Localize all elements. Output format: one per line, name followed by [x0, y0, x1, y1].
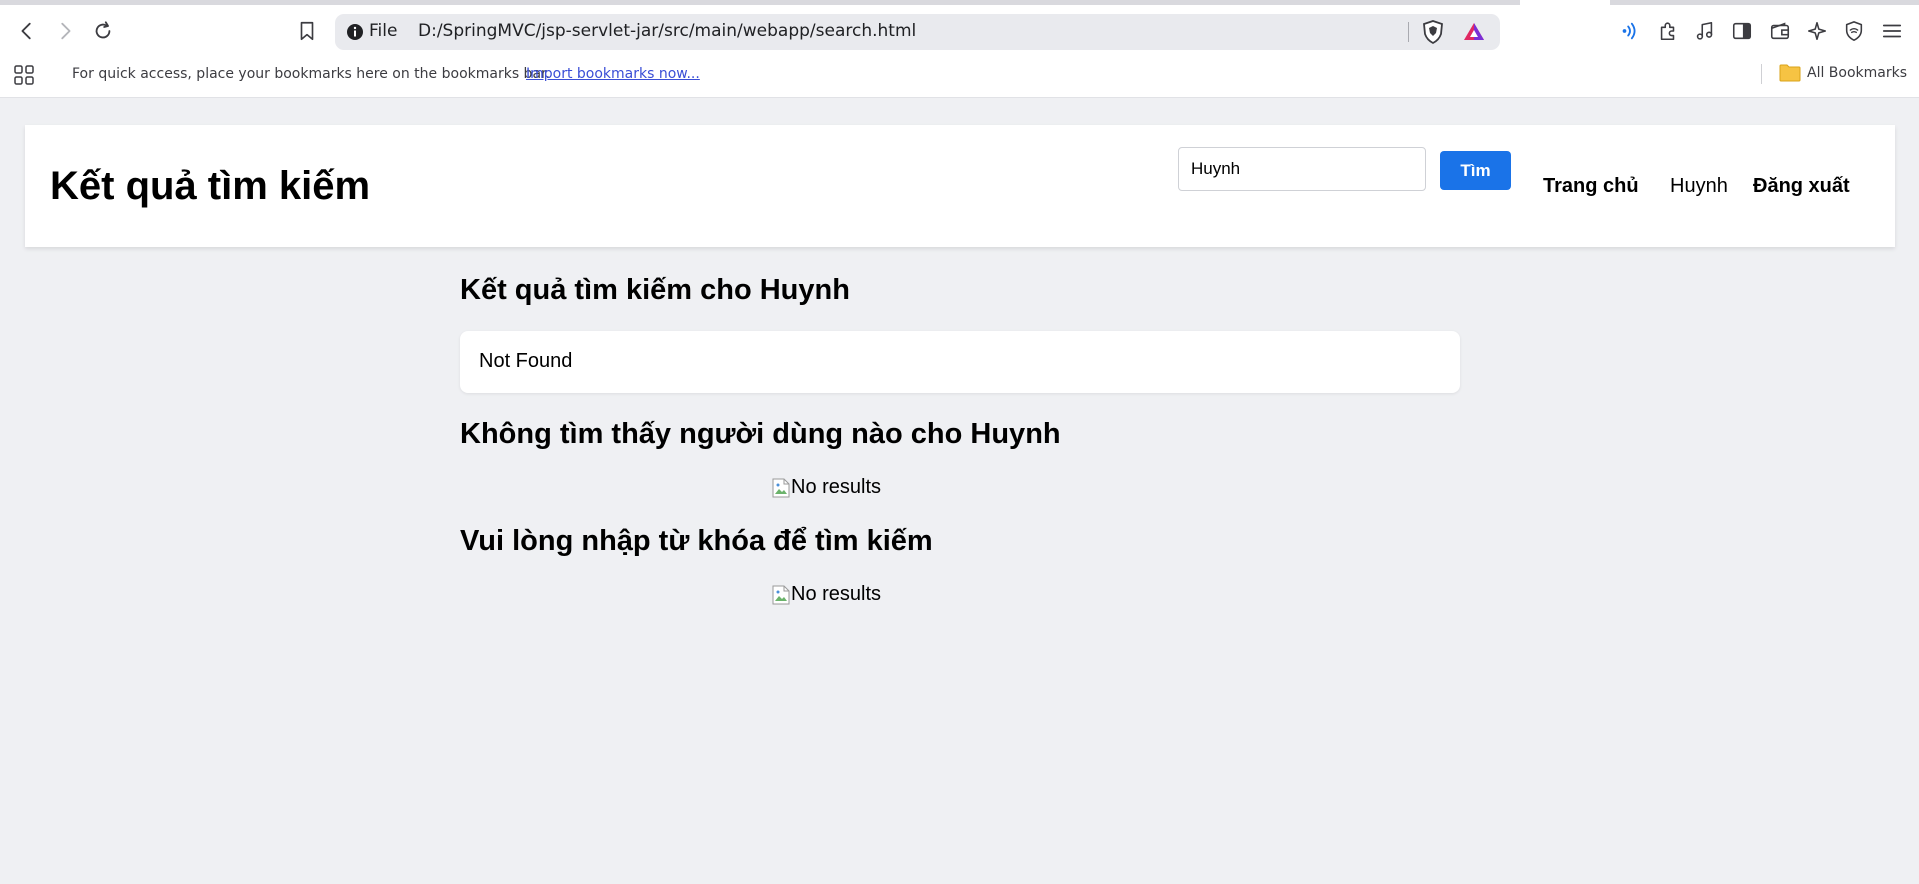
bookmark-page-button[interactable]	[292, 16, 322, 46]
back-button[interactable]	[12, 16, 42, 46]
vpn-icon	[1845, 21, 1863, 41]
url-text[interactable]: D:/SpringMVC/jsp-servlet-jar/src/main/we…	[418, 21, 916, 41]
no-results-image: No results	[772, 476, 881, 499]
media-button[interactable]	[1690, 16, 1720, 46]
no-results-alt-text: No results	[791, 583, 882, 605]
broken-image-icon	[772, 585, 790, 604]
wallet-icon	[1770, 22, 1790, 40]
reload-button[interactable]	[88, 16, 118, 46]
folder-icon	[1779, 64, 1801, 82]
forward-button[interactable]	[50, 16, 80, 46]
no-user-heading: Không tìm thấy người dùng nào cho Huynh	[460, 418, 1061, 450]
active-tab-indicator	[1520, 0, 1610, 5]
address-bar[interactable]: File D:/SpringMVC/jsp-servlet-jar/src/ma…	[335, 14, 1500, 50]
menu-icon	[1882, 24, 1902, 38]
result-card: Not Found	[460, 331, 1460, 393]
speech-button[interactable]	[1615, 16, 1645, 46]
all-bookmarks-label: All Bookmarks	[1807, 65, 1908, 81]
rewards-icon[interactable]	[1462, 20, 1486, 44]
speech-icon	[1622, 22, 1636, 40]
bookmarks-divider	[1761, 64, 1762, 84]
browser-chrome: File D:/SpringMVC/jsp-servlet-jar/src/ma…	[0, 0, 1919, 98]
no-results-alt-text: No results	[791, 476, 882, 498]
vpn-button[interactable]	[1839, 16, 1869, 46]
tab-strip	[0, 0, 1919, 5]
media-icon	[1696, 21, 1713, 40]
search-button[interactable]: Tìm	[1440, 151, 1511, 190]
main-menu-button[interactable]	[1877, 16, 1907, 46]
sidebar-icon	[1732, 22, 1752, 40]
apps-icon[interactable]	[13, 64, 35, 86]
wallet-button[interactable]	[1765, 16, 1795, 46]
search-input[interactable]	[1178, 147, 1426, 191]
chrome-divider	[0, 97, 1919, 98]
page-header: Kết quả tìm kiếm Tìm Trang chủ Huynh Đăn…	[25, 125, 1895, 247]
broken-image-icon	[772, 478, 790, 497]
reload-icon	[95, 21, 111, 39]
bookmarks-hint: For quick access, place your bookmarks h…	[72, 66, 550, 82]
extensions-icon	[1660, 22, 1675, 41]
leo-icon	[1807, 21, 1827, 41]
info-icon[interactable]	[346, 23, 364, 41]
bookmark-icon	[300, 21, 314, 41]
back-icon	[21, 22, 31, 40]
enter-keyword-heading: Vui lòng nhập từ khóa để tìm kiếm	[460, 525, 933, 557]
nav-logout-link[interactable]: Đăng xuất	[1753, 175, 1850, 198]
results-heading: Kết quả tìm kiếm cho Huynh	[460, 274, 850, 306]
no-results-image: No results	[772, 583, 881, 606]
leo-ai-button[interactable]	[1802, 16, 1832, 46]
nav-home-link[interactable]: Trang chủ	[1543, 175, 1639, 198]
import-bookmarks-link[interactable]: Import bookmarks now...	[526, 66, 700, 82]
all-bookmarks-button[interactable]: All Bookmarks	[1779, 63, 1907, 83]
result-text: Not Found	[479, 350, 573, 372]
page-title: Kết quả tìm kiếm	[50, 164, 371, 208]
forward-icon	[61, 22, 71, 40]
nav-user-link[interactable]: Huynh	[1670, 175, 1728, 198]
url-divider	[1408, 22, 1409, 42]
brave-shield-icon[interactable]	[1420, 19, 1446, 45]
sidebar-button[interactable]	[1727, 16, 1757, 46]
extensions-button[interactable]	[1653, 16, 1683, 46]
url-scheme: File	[369, 21, 398, 41]
